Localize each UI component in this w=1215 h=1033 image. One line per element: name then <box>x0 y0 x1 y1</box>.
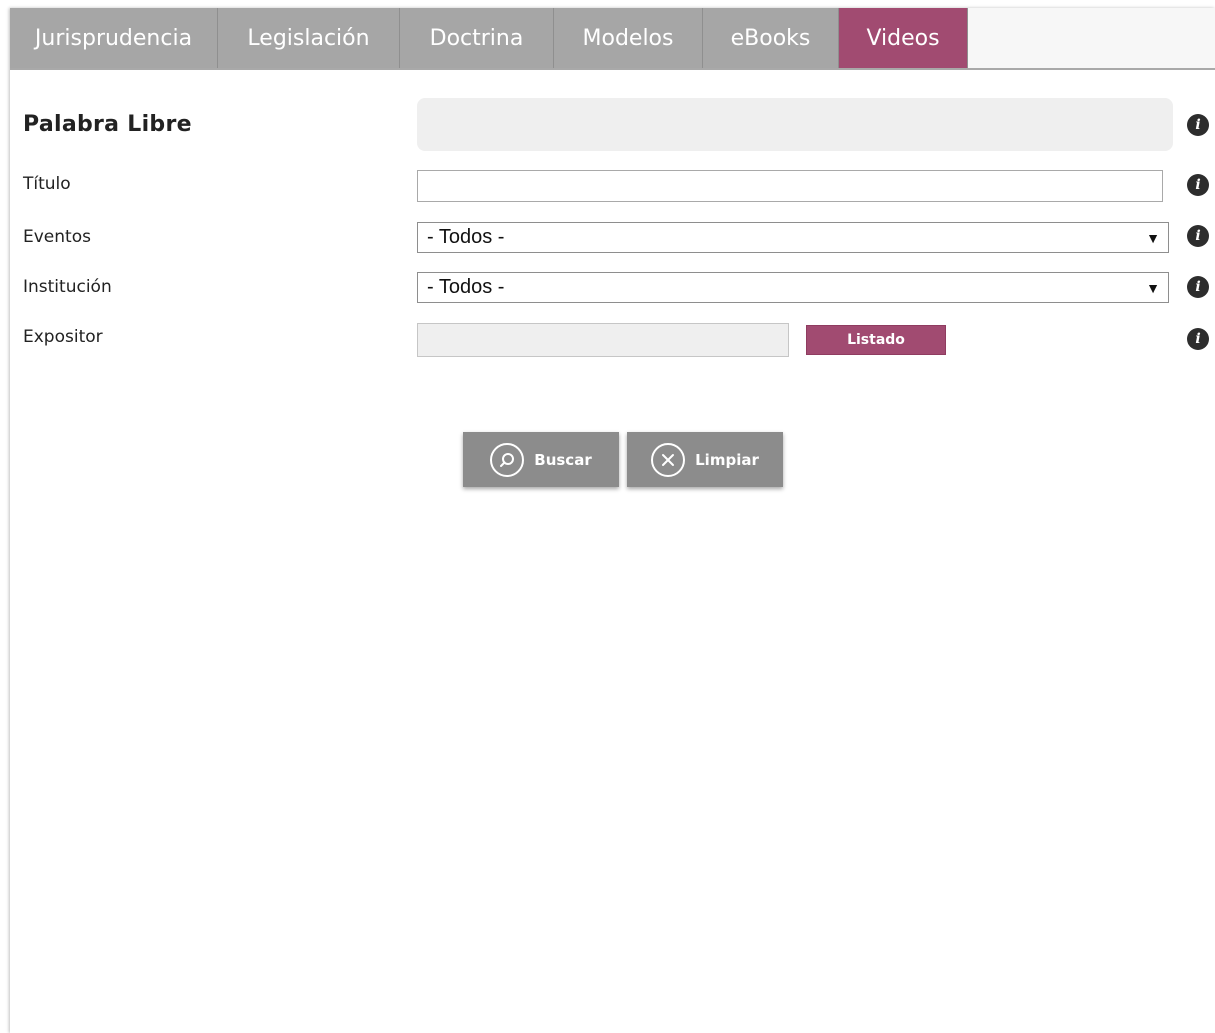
chevron-down-icon: ▼ <box>1146 280 1160 296</box>
tab-modelos[interactable]: Modelos <box>554 8 703 68</box>
speaker-input[interactable] <box>417 323 789 357</box>
title-label: Título <box>23 174 71 194</box>
info-icon[interactable]: i <box>1187 276 1209 298</box>
search-panel: Jurisprudencia Legislación Doctrina Mode… <box>10 8 1215 1033</box>
free-word-input[interactable] <box>417 98 1173 151</box>
search-icon <box>490 442 525 477</box>
title-input[interactable] <box>417 170 1163 202</box>
search-button-label: Buscar <box>534 450 592 469</box>
events-label: Eventos <box>23 227 91 247</box>
free-word-label: Palabra Libre <box>23 112 192 137</box>
clear-button-label: Limpiar <box>695 450 759 469</box>
events-select[interactable]: - Todos - ▼ <box>417 222 1169 253</box>
list-button[interactable]: Listado <box>806 325 946 355</box>
tab-videos[interactable]: Videos <box>839 8 968 68</box>
info-icon[interactable]: i <box>1187 114 1209 136</box>
chevron-down-icon: ▼ <box>1146 230 1160 246</box>
close-circle-icon <box>651 442 686 477</box>
events-selected-value: - Todos - <box>427 226 505 248</box>
tab-legislacion[interactable]: Legislación <box>218 8 400 68</box>
tab-doctrina[interactable]: Doctrina <box>400 8 554 68</box>
info-icon[interactable]: i <box>1187 328 1209 350</box>
tab-ebooks[interactable]: eBooks <box>703 8 839 68</box>
info-icon[interactable]: i <box>1187 225 1209 247</box>
institution-selected-value: - Todos - <box>427 276 505 298</box>
institution-label: Institución <box>23 277 112 297</box>
clear-button[interactable]: Limpiar <box>627 432 783 487</box>
info-icon[interactable]: i <box>1187 174 1209 196</box>
search-button[interactable]: Buscar <box>463 432 619 487</box>
tab-jurisprudencia[interactable]: Jurisprudencia <box>10 8 218 68</box>
tab-bar: Jurisprudencia Legislación Doctrina Mode… <box>10 8 1215 70</box>
institution-select[interactable]: - Todos - ▼ <box>417 272 1169 303</box>
speaker-label: Expositor <box>23 327 103 347</box>
